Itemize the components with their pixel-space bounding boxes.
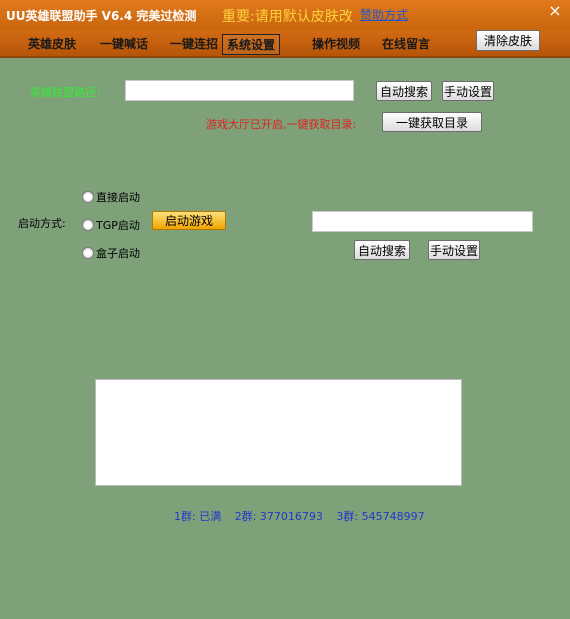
launch-auto-search-button[interactable]: 自动搜索 <box>354 240 410 260</box>
menu-item-tutorial-video[interactable]: 操作视频 <box>308 34 364 53</box>
output-textarea[interactable] <box>95 379 462 486</box>
clear-skin-button[interactable]: 清除皮肤 <box>476 30 540 51</box>
get-directory-button[interactable]: 一键获取目录 <box>382 112 482 132</box>
lobby-status-text: 游戏大厅已开启,一键获取目录: <box>206 118 357 131</box>
group-1-text: 1群: 已满 <box>174 510 222 523</box>
menu-bar: 英雄皮肤 一键喊话 一键连招 系统设置 操作视频 在线留言 清除皮肤 <box>0 30 570 58</box>
qq-groups: 1群: 已满 2群: 377016793 3群: 545748997 <box>174 508 435 524</box>
launch-mode-label: 启动方式: <box>18 217 66 230</box>
group-3-text: 3群: 545748997 <box>336 510 425 523</box>
launch-manual-set-button[interactable]: 手动设置 <box>428 240 480 260</box>
title-bar: UU英雄联盟助手 V6.4 完美过检测 重要:请用默认皮肤改 赞助方式 × <box>0 0 570 30</box>
radio-direct-launch[interactable] <box>82 191 94 203</box>
notice-text: 重要:请用默认皮肤改 <box>222 9 353 25</box>
close-button[interactable]: × <box>546 2 564 20</box>
menu-item-one-key-shout[interactable]: 一键喊话 <box>96 34 152 53</box>
radio-tgp-launch[interactable] <box>82 219 94 231</box>
menu-item-online-message[interactable]: 在线留言 <box>378 34 434 53</box>
radio-tgp-launch-label: TGP启动 <box>96 219 140 232</box>
launch-path-input[interactable] <box>312 211 533 232</box>
menu-item-system-settings[interactable]: 系统设置 <box>222 34 281 55</box>
radio-box-launch[interactable] <box>82 247 94 259</box>
auto-search-button[interactable]: 自动搜索 <box>376 81 432 101</box>
radio-box-launch-label: 盒子启动 <box>96 247 140 260</box>
manual-set-button[interactable]: 手动设置 <box>442 81 494 101</box>
lol-path-input[interactable] <box>125 80 354 101</box>
menu-item-hero-skin[interactable]: 英雄皮肤 <box>24 34 80 53</box>
radio-direct-launch-label: 直接启动 <box>96 191 140 204</box>
group-2-text: 2群: 377016793 <box>234 510 323 523</box>
donate-link[interactable]: 赞助方式 <box>360 6 408 23</box>
lol-path-label: 英雄联盟路径： <box>30 86 107 99</box>
start-game-button[interactable]: 启动游戏 <box>152 211 226 230</box>
menu-item-one-key-combo[interactable]: 一键连招 <box>166 34 222 53</box>
app-title: UU英雄联盟助手 V6.4 完美过检测 <box>6 9 197 23</box>
